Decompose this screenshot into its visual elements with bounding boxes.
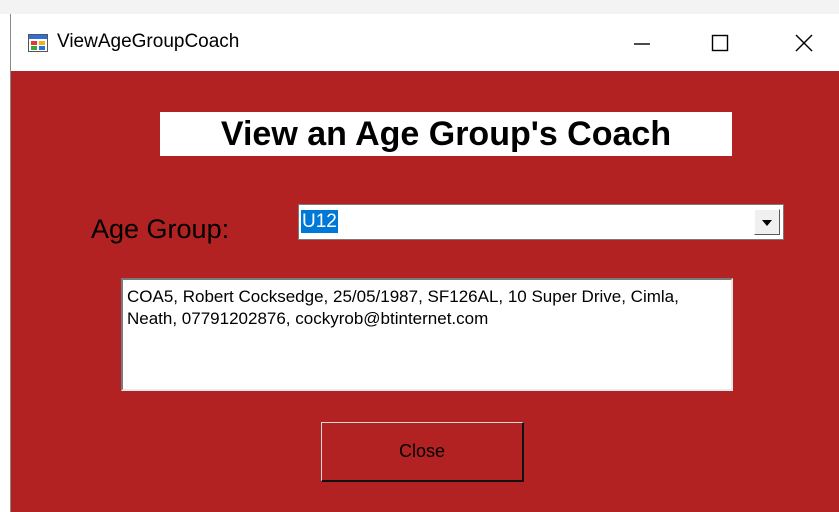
minimize-button[interactable] bbox=[614, 14, 670, 71]
app-form-icon bbox=[28, 34, 48, 52]
maximize-icon bbox=[710, 33, 730, 53]
coach-details-textbox[interactable]: COA5, Robert Cocksedge, 25/05/1987, SF12… bbox=[121, 278, 733, 391]
window-title: ViewAgeGroupCoach bbox=[57, 31, 240, 52]
background-left-edge bbox=[0, 14, 10, 512]
minimize-icon bbox=[632, 33, 652, 53]
dropdown-button[interactable] bbox=[754, 209, 780, 235]
page-heading: View an Age Group's Coach bbox=[160, 112, 732, 156]
close-window-button[interactable] bbox=[776, 14, 832, 71]
age-group-dropdown[interactable]: U12 bbox=[298, 204, 784, 240]
age-group-label: Age Group: bbox=[91, 214, 230, 244]
app-window: ViewAgeGroupCoach View an Age Group's Co… bbox=[10, 14, 839, 512]
close-button[interactable]: Close bbox=[321, 422, 524, 482]
age-group-selected-value: U12 bbox=[300, 209, 339, 234]
maximize-button[interactable] bbox=[692, 14, 748, 71]
title-bar[interactable]: ViewAgeGroupCoach bbox=[11, 14, 839, 71]
close-icon bbox=[794, 33, 814, 53]
background-desktop-strip bbox=[0, 0, 839, 14]
chevron-down-icon bbox=[762, 213, 772, 231]
